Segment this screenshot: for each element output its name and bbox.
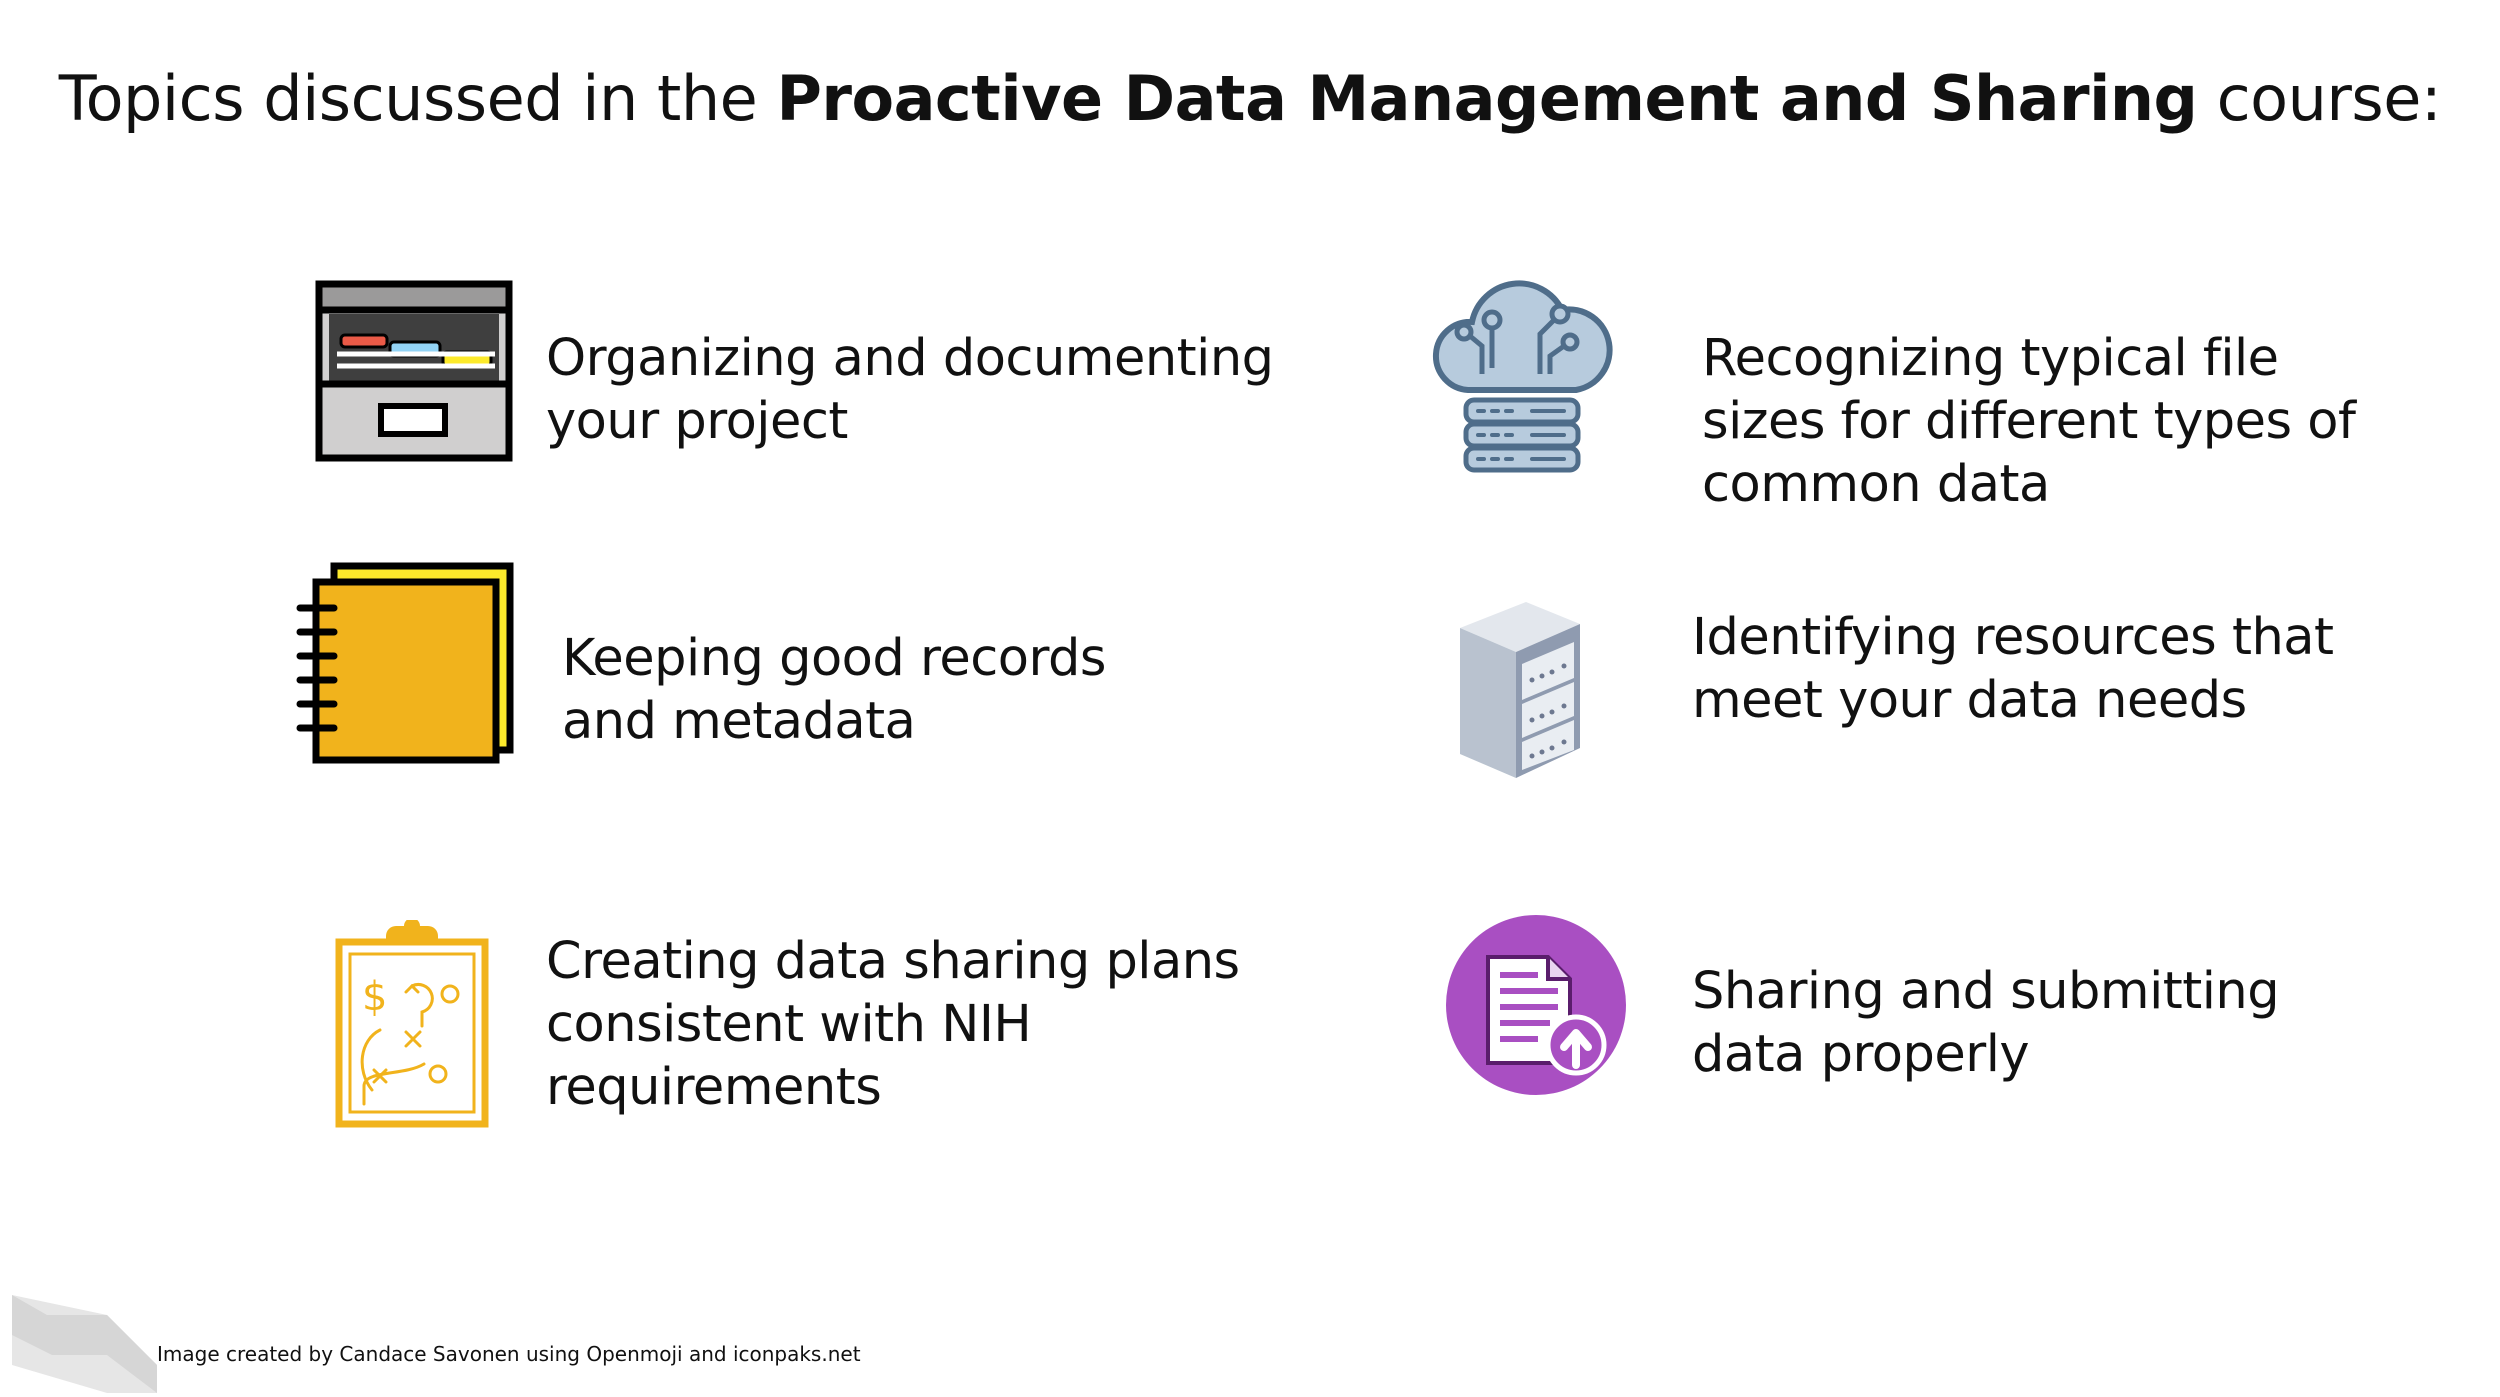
cloud-server-icon xyxy=(1428,278,1616,478)
topic-sharing-plans: Creating data sharing plans consistent w… xyxy=(546,932,1240,1117)
title-prefix: Topics discussed in the xyxy=(58,62,777,135)
file-cabinet-icon xyxy=(315,280,513,462)
page-title: Topics discussed in the Proactive Data M… xyxy=(0,62,2500,135)
topic-records: Keeping good records and metadata xyxy=(562,629,1106,751)
title-suffix: course: xyxy=(2197,62,2442,135)
corner-decoration xyxy=(12,1295,157,1393)
topic-resources: Identifying resources that meet your dat… xyxy=(1692,608,2334,730)
notebook-icon xyxy=(294,560,516,765)
topic-submitting: Sharing and submitting data properly xyxy=(1692,962,2280,1084)
topic-organizing: Organizing and documenting your project xyxy=(546,329,1274,451)
document-upload-icon xyxy=(1446,915,1626,1095)
svg-text:$: $ xyxy=(362,974,387,1020)
image-credit: Image created by Candace Savonen using O… xyxy=(157,1342,861,1366)
title-course-name: Proactive Data Management and Sharing xyxy=(776,62,2198,135)
clipboard-plan-icon: $ xyxy=(334,920,490,1130)
topic-file-sizes: Recognizing typical file sizes for diffe… xyxy=(1702,329,2356,514)
server-rack-icon xyxy=(1456,598,1584,782)
